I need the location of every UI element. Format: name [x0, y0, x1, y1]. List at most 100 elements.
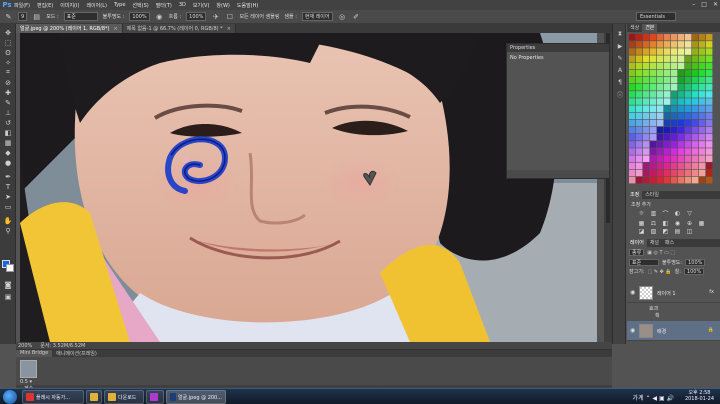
swatch-cell[interactable] — [685, 126, 692, 134]
taskbar-button-photoshop[interactable]: 얼굴.jpeg @ 200... — [166, 390, 226, 404]
swatch-cell[interactable] — [699, 126, 706, 134]
swatch-cell[interactable] — [657, 141, 664, 148]
system-tray[interactable]: 가계 ⌃ ◀ ▣ 🔊 — [633, 393, 674, 402]
swatch-cell[interactable] — [699, 169, 706, 177]
swatch-cell[interactable] — [643, 55, 650, 62]
swatch-cell[interactable] — [650, 176, 657, 184]
swatch-cell[interactable] — [643, 169, 650, 177]
frame-thumbnail[interactable] — [20, 360, 37, 378]
swatch-cell[interactable] — [636, 176, 643, 184]
swatch-cell[interactable] — [685, 76, 692, 84]
swatch-cell[interactable] — [671, 105, 678, 112]
swatch-cell[interactable] — [685, 155, 692, 162]
swatch-cell[interactable] — [629, 134, 636, 141]
swatch-cell[interactable] — [657, 34, 664, 41]
blur-tool-icon[interactable]: ◆ — [3, 148, 13, 157]
hue-saturation-icon[interactable]: ▦ — [637, 219, 646, 227]
layer-row-layer1[interactable]: ◉ 레이어 1 fx — [627, 283, 720, 303]
flow-field[interactable]: 100% — [186, 12, 207, 21]
swatch-cell[interactable] — [636, 141, 643, 148]
swatch-cell[interactable] — [657, 134, 664, 141]
swatch-cell[interactable] — [636, 155, 643, 162]
swatch-cell[interactable] — [692, 69, 699, 77]
maximize-button[interactable]: □ — [701, 1, 707, 8]
swatch-cell[interactable] — [657, 41, 664, 48]
brush-preset-icon[interactable]: ✎ — [4, 12, 13, 21]
swatch-cell[interactable] — [685, 91, 692, 98]
swatch-cell[interactable] — [643, 98, 650, 105]
background-color-swatch[interactable] — [6, 264, 14, 272]
channel-mixer-icon[interactable]: ⊕ — [685, 219, 694, 227]
swatch-cell[interactable] — [664, 34, 671, 41]
start-button[interactable] — [3, 390, 17, 404]
swatch-cell[interactable] — [678, 141, 685, 148]
swatch-cell[interactable] — [636, 119, 643, 127]
color-lookup-icon[interactable]: ▦ — [697, 219, 706, 227]
swatch-cell[interactable] — [643, 105, 650, 112]
swatch-cell[interactable] — [643, 69, 650, 77]
swatch-cell[interactable] — [664, 76, 671, 84]
swatch-cell[interactable] — [629, 162, 636, 170]
ignore-adjust-icon[interactable]: ◎ — [338, 12, 347, 21]
swatch-cell[interactable] — [650, 84, 657, 91]
tab-adjustments[interactable]: 조정 — [627, 191, 643, 199]
gradient-tool-icon[interactable]: ▦ — [3, 138, 13, 147]
swatch-cell[interactable] — [629, 105, 636, 112]
menu-file[interactable]: 파일(F) — [14, 2, 30, 9]
swatch-cell[interactable] — [692, 55, 699, 62]
exposure-icon[interactable]: ◐ — [673, 209, 682, 217]
swatch-cell[interactable] — [657, 48, 664, 55]
swatch-cell[interactable] — [664, 148, 671, 155]
properties-title[interactable]: Properties — [507, 44, 609, 52]
swatch-cell[interactable] — [664, 62, 671, 70]
swatch-cell[interactable] — [629, 69, 636, 77]
swatch-cell[interactable] — [657, 76, 664, 84]
swatch-cell[interactable] — [650, 119, 657, 127]
tab-document-face[interactable]: 얼굴.jpeg @ 200% (레이어 1, RGB/8*) × — [16, 24, 123, 33]
swatch-cell[interactable] — [636, 162, 643, 170]
swatch-cell[interactable] — [636, 55, 643, 62]
pressure-opacity-icon[interactable]: ◉ — [155, 12, 164, 21]
swatch-cell[interactable] — [692, 162, 699, 170]
swatch-cell[interactable] — [706, 69, 713, 77]
swatch-cell[interactable] — [678, 148, 685, 155]
swatch-cell[interactable] — [692, 155, 699, 162]
swatch-cell[interactable] — [657, 112, 664, 120]
swatch-cell[interactable] — [699, 76, 706, 84]
swatch-cell[interactable] — [650, 41, 657, 48]
swatch-cell[interactable] — [664, 91, 671, 98]
swatch-cell[interactable] — [678, 169, 685, 177]
taskbar-button-downloads[interactable]: 다운로드 — [104, 390, 144, 404]
swatch-cell[interactable] — [636, 62, 643, 70]
swatch-cell[interactable] — [629, 112, 636, 120]
color-balance-icon[interactable]: ⚖ — [649, 219, 658, 227]
zoom-level[interactable]: 200% — [18, 343, 32, 349]
close-tab-icon[interactable]: × — [113, 26, 117, 32]
layer-filter-select[interactable]: 종류 — [629, 249, 645, 256]
swatch-cell[interactable] — [706, 91, 713, 98]
swatch-cell[interactable] — [629, 155, 636, 162]
swatch-cell[interactable] — [678, 76, 685, 84]
history-brush-tool-icon[interactable]: ↺ — [3, 118, 13, 127]
swatch-cell[interactable] — [650, 98, 657, 105]
swatch-cell[interactable] — [664, 155, 671, 162]
swatch-cell[interactable] — [685, 148, 692, 155]
visibility-eye-icon[interactable]: ◉ — [630, 327, 635, 334]
swatch-cell[interactable] — [643, 34, 650, 41]
swatch-cell[interactable] — [650, 112, 657, 120]
swatch-cell[interactable] — [692, 134, 699, 141]
swatch-cell[interactable] — [678, 105, 685, 112]
swatch-cell[interactable] — [699, 148, 706, 155]
tab-swatches[interactable]: 견본 — [642, 24, 658, 32]
actions-icon[interactable]: ▶ — [616, 42, 624, 50]
healing-tool-icon[interactable]: ✚ — [3, 88, 13, 97]
swatch-cell[interactable] — [650, 169, 657, 177]
swatch-cell[interactable] — [678, 155, 685, 162]
marquee-tool-icon[interactable]: ⬚ — [3, 38, 13, 47]
swatch-cell[interactable] — [643, 126, 650, 134]
swatch-cell[interactable] — [643, 76, 650, 84]
swatch-cell[interactable] — [692, 141, 699, 148]
swatch-cell[interactable] — [678, 84, 685, 91]
quick-select-tool-icon[interactable]: ✧ — [3, 58, 13, 67]
swatch-cell[interactable] — [692, 126, 699, 134]
